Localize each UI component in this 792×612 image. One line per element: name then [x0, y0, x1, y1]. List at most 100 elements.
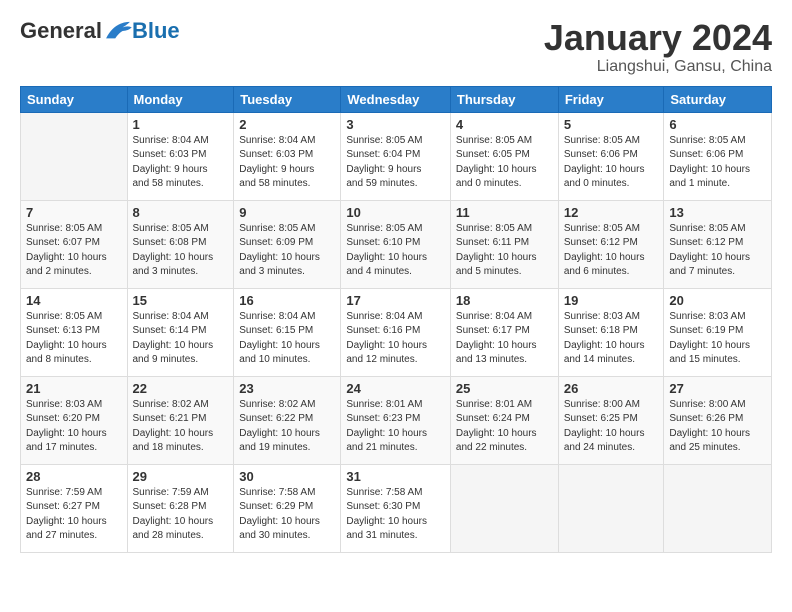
day-number: 28: [26, 469, 122, 484]
day-info: Sunrise: 8:05 AM Sunset: 6:05 PM Dayligh…: [456, 134, 553, 192]
header-monday: Monday: [127, 86, 234, 112]
calendar-cell: 22 Sunrise: 8:02 AM Sunset: 6:21 PM Dayli…: [127, 376, 234, 464]
calendar-cell: 27 Sunrise: 8:00 AM Sunset: 6:26 PM Dayli…: [664, 376, 772, 464]
header-sunday: Sunday: [21, 86, 128, 112]
logo: General Blue: [20, 18, 180, 44]
calendar-week-2: 14 Sunrise: 8:05 AM Sunset: 6:13 PM Dayli…: [21, 288, 772, 376]
day-info: Sunrise: 8:02 AM Sunset: 6:21 PM Dayligh…: [133, 398, 229, 456]
day-info: Sunrise: 8:04 AM Sunset: 6:14 PM Dayligh…: [133, 310, 229, 368]
header-thursday: Thursday: [450, 86, 558, 112]
calendar: Sunday Monday Tuesday Wednesday Thursday…: [20, 86, 772, 553]
calendar-cell: 9 Sunrise: 8:05 AM Sunset: 6:09 PM Daylig…: [234, 200, 341, 288]
day-info: Sunrise: 8:01 AM Sunset: 6:24 PM Dayligh…: [456, 398, 553, 456]
day-info: Sunrise: 8:05 AM Sunset: 6:12 PM Dayligh…: [669, 222, 766, 280]
calendar-cell: 16Sunrise: 8:04 AM Sunset: 6:15 PM Dayli…: [234, 288, 341, 376]
calendar-cell: 6 Sunrise: 8:05 AM Sunset: 6:06 PM Daylig…: [664, 112, 772, 200]
day-number: 4: [456, 117, 553, 132]
calendar-cell: 13 Sunrise: 8:05 AM Sunset: 6:12 PM Dayli…: [664, 200, 772, 288]
day-number: 2: [239, 117, 335, 132]
day-info: Sunrise: 8:04 AM Sunset: 6:03 PM Dayligh…: [239, 134, 335, 192]
calendar-cell: 20Sunrise: 8:03 AM Sunset: 6:19 PM Dayli…: [664, 288, 772, 376]
day-info: Sunrise: 8:05 AM Sunset: 6:12 PM Dayligh…: [564, 222, 659, 280]
day-number: 18: [456, 293, 553, 308]
subtitle: Liangshui, Gansu, China: [544, 58, 772, 76]
calendar-cell: 26Sunrise: 8:00 AM Sunset: 6:25 PM Dayli…: [558, 376, 664, 464]
calendar-cell: 11Sunrise: 8:05 AM Sunset: 6:11 PM Dayli…: [450, 200, 558, 288]
day-number: 14: [26, 293, 122, 308]
day-number: 25: [456, 381, 553, 396]
day-info: Sunrise: 8:03 AM Sunset: 6:20 PM Dayligh…: [26, 398, 122, 456]
calendar-cell: 5Sunrise: 8:05 AM Sunset: 6:06 PM Daylig…: [558, 112, 664, 200]
day-number: 19: [564, 293, 659, 308]
day-number: 29: [133, 469, 229, 484]
logo-bird-icon: [104, 20, 132, 42]
calendar-cell: 25 Sunrise: 8:01 AM Sunset: 6:24 PM Dayli…: [450, 376, 558, 464]
calendar-week-3: 21 Sunrise: 8:03 AM Sunset: 6:20 PM Dayli…: [21, 376, 772, 464]
logo-general: General: [20, 18, 102, 44]
logo-blue: Blue: [132, 18, 180, 44]
day-number: 21: [26, 381, 122, 396]
day-number: 20: [669, 293, 766, 308]
day-number: 3: [346, 117, 445, 132]
month-title: January 2024: [544, 18, 772, 58]
day-number: 9: [239, 205, 335, 220]
day-info: Sunrise: 8:05 AM Sunset: 6:04 PM Dayligh…: [346, 134, 445, 192]
header-saturday: Saturday: [664, 86, 772, 112]
day-info: Sunrise: 8:03 AM Sunset: 6:18 PM Dayligh…: [564, 310, 659, 368]
day-number: 31: [346, 469, 445, 484]
day-info: Sunrise: 8:02 AM Sunset: 6:22 PM Dayligh…: [239, 398, 335, 456]
day-number: 5: [564, 117, 659, 132]
day-info: Sunrise: 8:05 AM Sunset: 6:13 PM Dayligh…: [26, 310, 122, 368]
calendar-cell: 31 Sunrise: 7:58 AM Sunset: 6:30 PM Dayli…: [341, 464, 451, 552]
day-info: Sunrise: 8:05 AM Sunset: 6:07 PM Dayligh…: [26, 222, 122, 280]
day-number: 10: [346, 205, 445, 220]
day-number: 23: [239, 381, 335, 396]
calendar-cell: 10 Sunrise: 8:05 AM Sunset: 6:10 PM Dayli…: [341, 200, 451, 288]
day-info: Sunrise: 7:58 AM Sunset: 6:29 PM Dayligh…: [239, 486, 335, 544]
calendar-cell: 21 Sunrise: 8:03 AM Sunset: 6:20 PM Dayli…: [21, 376, 128, 464]
day-number: 6: [669, 117, 766, 132]
calendar-cell: 17Sunrise: 8:04 AM Sunset: 6:16 PM Dayli…: [341, 288, 451, 376]
day-info: Sunrise: 8:05 AM Sunset: 6:06 PM Dayligh…: [669, 134, 766, 192]
calendar-week-1: 7Sunrise: 8:05 AM Sunset: 6:07 PM Daylig…: [21, 200, 772, 288]
calendar-cell: 24Sunrise: 8:01 AM Sunset: 6:23 PM Dayli…: [341, 376, 451, 464]
calendar-week-0: 1 Sunrise: 8:04 AM Sunset: 6:03 PM Daylig…: [21, 112, 772, 200]
day-info: Sunrise: 8:04 AM Sunset: 6:17 PM Dayligh…: [456, 310, 553, 368]
day-number: 1: [133, 117, 229, 132]
day-info: Sunrise: 7:58 AM Sunset: 6:30 PM Dayligh…: [346, 486, 445, 544]
calendar-cell: 4 Sunrise: 8:05 AM Sunset: 6:05 PM Daylig…: [450, 112, 558, 200]
calendar-header-row: Sunday Monday Tuesday Wednesday Thursday…: [21, 86, 772, 112]
day-number: 30: [239, 469, 335, 484]
calendar-cell: 23 Sunrise: 8:02 AM Sunset: 6:22 PM Dayli…: [234, 376, 341, 464]
header-tuesday: Tuesday: [234, 86, 341, 112]
day-info: Sunrise: 7:59 AM Sunset: 6:28 PM Dayligh…: [133, 486, 229, 544]
day-number: 22: [133, 381, 229, 396]
calendar-cell: [21, 112, 128, 200]
day-number: 27: [669, 381, 766, 396]
day-number: 24: [346, 381, 445, 396]
day-info: Sunrise: 8:05 AM Sunset: 6:08 PM Dayligh…: [133, 222, 229, 280]
calendar-cell: 2 Sunrise: 8:04 AM Sunset: 6:03 PM Daylig…: [234, 112, 341, 200]
day-info: Sunrise: 8:00 AM Sunset: 6:26 PM Dayligh…: [669, 398, 766, 456]
calendar-cell: 7Sunrise: 8:05 AM Sunset: 6:07 PM Daylig…: [21, 200, 128, 288]
calendar-cell: [558, 464, 664, 552]
title-section: January 2024 Liangshui, Gansu, China: [544, 18, 772, 76]
calendar-cell: 3 Sunrise: 8:05 AM Sunset: 6:04 PM Daylig…: [341, 112, 451, 200]
day-info: Sunrise: 8:04 AM Sunset: 6:16 PM Dayligh…: [346, 310, 445, 368]
logo-text: General Blue: [20, 18, 180, 44]
calendar-week-4: 28Sunrise: 7:59 AM Sunset: 6:27 PM Dayli…: [21, 464, 772, 552]
day-number: 15: [133, 293, 229, 308]
calendar-cell: [450, 464, 558, 552]
calendar-cell: 18 Sunrise: 8:04 AM Sunset: 6:17 PM Dayli…: [450, 288, 558, 376]
calendar-cell: 12Sunrise: 8:05 AM Sunset: 6:12 PM Dayli…: [558, 200, 664, 288]
calendar-cell: 15 Sunrise: 8:04 AM Sunset: 6:14 PM Dayli…: [127, 288, 234, 376]
day-info: Sunrise: 8:05 AM Sunset: 6:10 PM Dayligh…: [346, 222, 445, 280]
day-number: 13: [669, 205, 766, 220]
page: General Blue January 2024 Liangshui, Gan…: [0, 0, 792, 563]
day-number: 26: [564, 381, 659, 396]
day-info: Sunrise: 8:05 AM Sunset: 6:09 PM Dayligh…: [239, 222, 335, 280]
calendar-cell: 28Sunrise: 7:59 AM Sunset: 6:27 PM Dayli…: [21, 464, 128, 552]
header-wednesday: Wednesday: [341, 86, 451, 112]
calendar-cell: 30 Sunrise: 7:58 AM Sunset: 6:29 PM Dayli…: [234, 464, 341, 552]
calendar-cell: 8Sunrise: 8:05 AM Sunset: 6:08 PM Daylig…: [127, 200, 234, 288]
